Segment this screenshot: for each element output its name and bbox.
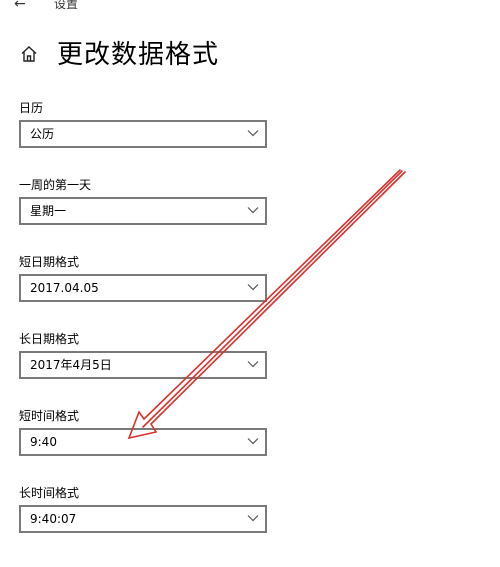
short-time-label: 短时间格式 bbox=[19, 409, 80, 423]
page-title: 更改数据格式 bbox=[57, 40, 220, 70]
long-time-value: 9:40:07 bbox=[30, 512, 77, 526]
short-date-dropdown[interactable]: 2017.04.05 bbox=[19, 274, 267, 302]
first-day-of-week-label: 一周的第一天 bbox=[19, 178, 92, 192]
short-time-field: 短时间格式 9:40 bbox=[19, 408, 267, 456]
first-day-of-week-value: 星期一 bbox=[30, 204, 67, 218]
back-button[interactable]: ← bbox=[14, 0, 26, 12]
calendar-value: 公历 bbox=[30, 127, 55, 141]
short-date-field: 短日期格式 2017.04.05 bbox=[19, 254, 267, 302]
long-date-label: 长日期格式 bbox=[19, 332, 80, 346]
chevron-down-icon bbox=[247, 284, 259, 291]
long-time-label: 长时间格式 bbox=[19, 486, 80, 500]
chevron-down-icon bbox=[247, 361, 259, 368]
calendar-label: 日历 bbox=[19, 101, 44, 115]
long-date-dropdown[interactable]: 2017年4月5日 bbox=[19, 351, 267, 379]
long-time-field: 长时间格式 9:40:07 bbox=[19, 485, 267, 533]
short-date-value: 2017.04.05 bbox=[30, 281, 99, 295]
chevron-down-icon bbox=[247, 438, 259, 445]
chevron-down-icon bbox=[247, 515, 259, 522]
window-title: 设置 bbox=[54, 0, 79, 11]
short-date-label: 短日期格式 bbox=[19, 255, 80, 269]
short-time-dropdown[interactable]: 9:40 bbox=[19, 428, 267, 456]
title-bar: ← 设置 bbox=[0, 0, 500, 16]
short-time-value: 9:40 bbox=[30, 435, 57, 449]
chevron-down-icon bbox=[247, 130, 259, 137]
long-date-value: 2017年4月5日 bbox=[30, 358, 112, 372]
calendar-dropdown[interactable]: 公历 bbox=[19, 120, 267, 148]
first-day-of-week-dropdown[interactable]: 星期一 bbox=[19, 197, 267, 225]
home-icon[interactable] bbox=[20, 45, 38, 63]
chevron-down-icon bbox=[247, 207, 259, 214]
long-time-dropdown[interactable]: 9:40:07 bbox=[19, 505, 267, 533]
first-day-of-week-field: 一周的第一天 星期一 bbox=[19, 177, 267, 225]
long-date-field: 长日期格式 2017年4月5日 bbox=[19, 331, 267, 379]
calendar-field: 日历 公历 bbox=[19, 100, 267, 148]
